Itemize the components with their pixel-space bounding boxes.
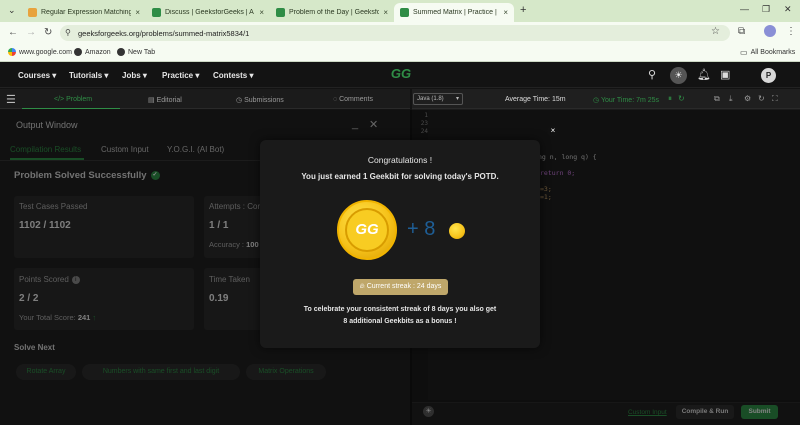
all-bookmarks[interactable]: ▭ All Bookmarks (740, 48, 795, 57)
favicon-icon (28, 8, 37, 17)
bookmark-google[interactable]: www.google.com (8, 48, 72, 56)
bookmarks-bar: www.google.com Amazon New Tab ▭ All Book… (0, 44, 800, 62)
copy-icon[interactable]: ⧉ (714, 94, 720, 104)
url-text: geeksforgeeks.org/problems/summed-matrix… (78, 28, 250, 38)
hamburger-icon[interactable]: ☰ (6, 93, 16, 106)
tab-title: Summed Matrix | Practice | Gee (413, 9, 499, 16)
active-tab-underline (22, 108, 120, 109)
folder-icon: ▭ (740, 48, 748, 57)
gfg-logo[interactable]: GG (385, 66, 417, 82)
bookmark-new-tab[interactable]: New Tab (117, 48, 155, 56)
nav-contests[interactable]: Contests ▾ (213, 71, 253, 80)
browser-tab-discuss[interactable]: Discuss | GeeksforGeeks | A co × (146, 3, 270, 22)
forward-icon[interactable]: → (26, 27, 36, 38)
nav-practice[interactable]: Practice ▾ (162, 71, 199, 80)
download-icon[interactable]: ⤓ (729, 94, 733, 104)
browser-tab-potd[interactable]: Problem of the Day | GeeksforG × (270, 3, 394, 22)
extensions-icon[interactable]: ⧉ (738, 26, 745, 37)
all-bookmarks-label: All Bookmarks (750, 49, 796, 56)
bell-icon[interactable]: 🔔︎ (697, 68, 711, 81)
tab-comments[interactable]: ◌ Comments (333, 96, 373, 103)
gfg-favicon-icon (276, 8, 285, 17)
average-time: Average Time: 15m (505, 96, 566, 103)
cart-icon[interactable]: ▣ (720, 68, 730, 81)
reload-icon[interactable]: ↻ (44, 27, 52, 38)
modal-close-button[interactable]: × (547, 125, 559, 137)
browser-tab-regex[interactable]: Regular Expression Matching - × (22, 3, 146, 22)
gfg-coin-logo: GG (345, 208, 389, 252)
search-icon[interactable]: ⚲ (648, 68, 656, 81)
menu-kebab-icon[interactable]: ⋮ (786, 26, 796, 37)
tab-title: Regular Expression Matching - (41, 9, 132, 16)
new-tab-button[interactable]: + (520, 4, 526, 16)
tab-close-icon[interactable]: × (383, 8, 388, 17)
fullscreen-icon[interactable]: ⛶ (772, 94, 778, 104)
nav-jobs[interactable]: Jobs ▾ (122, 71, 147, 80)
gfg-favicon-icon (400, 8, 409, 17)
tab-title: Problem of the Day | GeeksforG (289, 9, 380, 16)
modal-note-line: To celebrate your consistent streak of 8… (303, 306, 497, 313)
google-icon (8, 48, 16, 56)
tab-close-icon[interactable]: × (135, 8, 140, 17)
globe-icon (74, 48, 82, 56)
tab-title: Discuss | GeeksforGeeks | A co (165, 9, 256, 16)
modal-subtitle: You just earned 1 Geekbit for solving to… (301, 172, 499, 181)
language-select[interactable]: Java (1.8) ▾ (413, 93, 463, 105)
reset-timer-icon[interactable]: ↻ (678, 94, 685, 103)
back-icon[interactable]: ← (8, 27, 18, 38)
modal-note-line: 8 additional Geekbits as a bonus ! (343, 318, 457, 325)
globe-icon (117, 48, 125, 56)
streak-badge: 🔥︎ Current streak : 24 days (353, 279, 448, 295)
browser-tab-bar: ⌄ Regular Expression Matching - × Discus… (0, 0, 800, 22)
sun-icon[interactable]: ☀ (670, 67, 687, 84)
small-coin-icon (449, 223, 465, 239)
avatar[interactable]: P (761, 68, 776, 83)
pause-icon[interactable]: ⏸ (668, 94, 672, 104)
bookmark-label: Amazon (85, 48, 111, 56)
nav-courses[interactable]: Courses ▾ (18, 71, 56, 80)
tab-search-icon[interactable]: ⌄ (8, 5, 16, 16)
bookmark-label: www.google.com (19, 48, 72, 56)
tab-submissions[interactable]: ◷ Submissions (236, 96, 284, 104)
tab-close-icon[interactable]: × (259, 8, 264, 17)
tab-problem[interactable]: </> Problem (54, 96, 92, 103)
bookmark-label: New Tab (128, 48, 156, 56)
your-time: ◷ Your Time: 7m 25s (593, 97, 660, 104)
bookmark-star-icon[interactable]: ☆ (711, 26, 720, 37)
refresh-icon[interactable]: ↻ (758, 94, 765, 103)
nav-tutorials[interactable]: Tutorials ▾ (69, 71, 108, 80)
tab-editorial[interactable]: ▤ Editorial (148, 96, 182, 104)
minimize-icon[interactable]: — (740, 4, 749, 14)
gfg-favicon-icon (152, 8, 161, 17)
modal-title: Congratulations ! (367, 155, 433, 165)
address-bar-row: ← → ↻ ⚲ geeksforgeeks.org/problems/summe… (0, 22, 800, 44)
restore-icon[interactable]: ❐ (762, 4, 770, 15)
site-info-icon[interactable]: ⚲ (65, 28, 71, 37)
bonus-amount: + 8 (407, 218, 436, 240)
tab-close-icon[interactable]: × (503, 8, 508, 17)
bookmark-amazon[interactable]: Amazon (74, 48, 111, 56)
settings-icon[interactable]: ⚙ (744, 94, 751, 103)
profile-icon[interactable] (764, 25, 776, 37)
url-field[interactable]: ⚲ geeksforgeeks.org/problems/summed-matr… (60, 25, 730, 41)
browser-tab-summed-matrix[interactable]: Summed Matrix | Practice | Gee × (394, 3, 514, 22)
window-close-icon[interactable]: ✕ (784, 4, 792, 15)
